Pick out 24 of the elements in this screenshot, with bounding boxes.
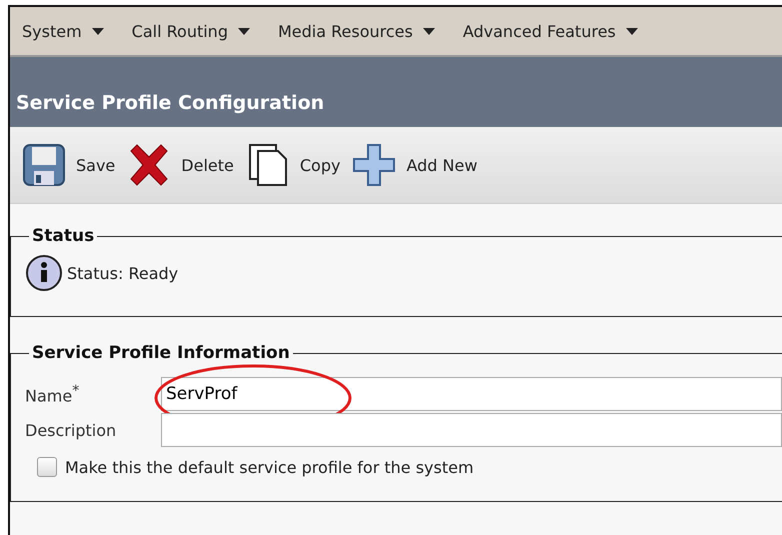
description-field[interactable]: [161, 413, 782, 447]
plus-icon: [352, 143, 396, 187]
section-legend: Service Profile Information: [29, 343, 293, 363]
menu-item[interactable]: Advanced Features: [462, 22, 638, 40]
delete-button[interactable]: Delete: [127, 143, 234, 187]
menu-item[interactable]: System: [22, 22, 104, 40]
copy-button[interactable]: Copy: [246, 143, 340, 187]
page-title: Service Profile Configuration: [16, 92, 324, 114]
caret-icon: [238, 28, 250, 34]
field-label: Name$^{*}$: [25, 382, 80, 406]
caret-icon: [422, 28, 435, 34]
info-icon: [25, 254, 63, 292]
menu-item[interactable]: Call Routing: [132, 22, 250, 40]
name-field[interactable]: ServProf: [161, 377, 782, 411]
add-button[interactable]: Add New: [352, 143, 478, 187]
checkbox-label: Make this the default service profile for the system: [65, 458, 474, 476]
status-text: Status: Ready: [67, 264, 178, 282]
field-label: Description: [25, 420, 118, 440]
checkbox[interactable]: [37, 457, 57, 477]
section-legend: Status: [29, 226, 98, 246]
caret-icon: [92, 28, 104, 34]
save-button[interactable]: Save: [22, 143, 116, 187]
menu-item[interactable]: Media Resources: [278, 22, 435, 40]
caret-icon: [626, 28, 638, 34]
